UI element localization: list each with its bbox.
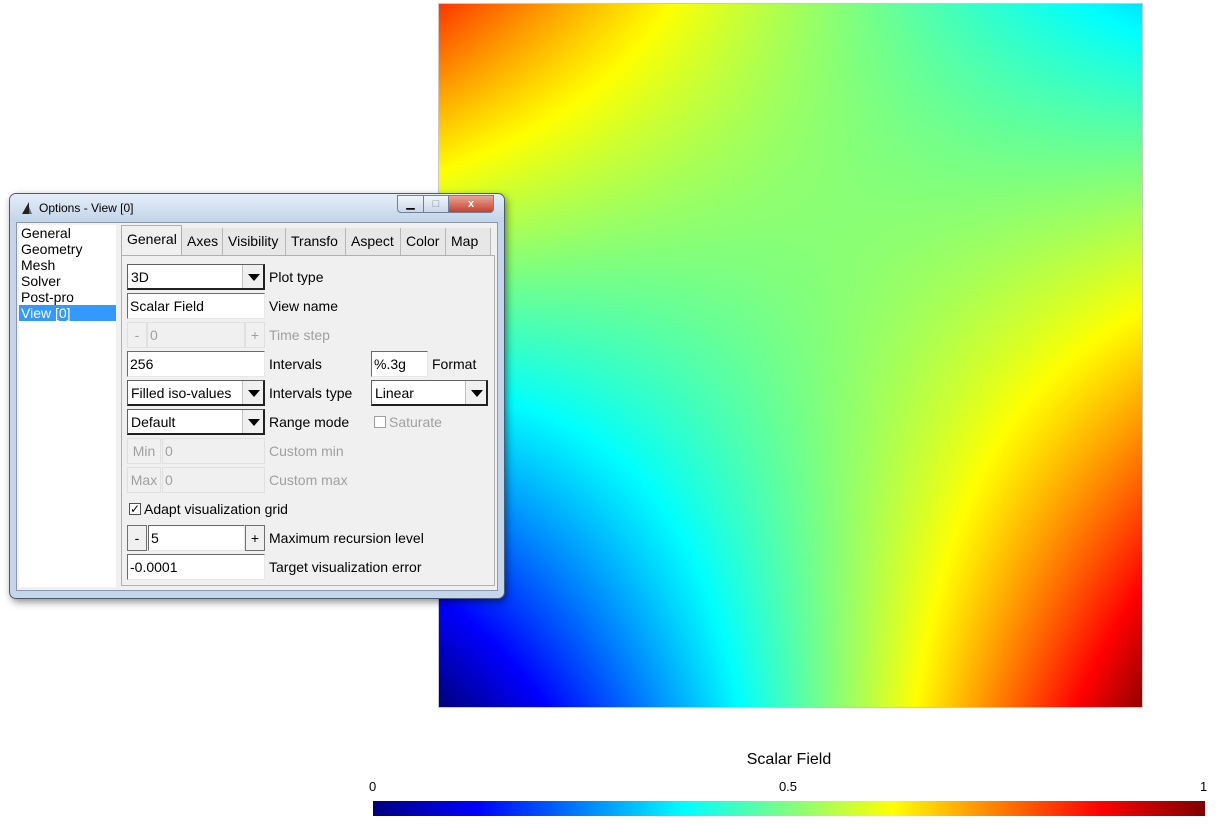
colorbar-tick-max: 1 <box>1200 779 1208 794</box>
category-view-0[interactable]: View [0] <box>19 305 116 321</box>
tab-color[interactable]: Color <box>401 228 446 255</box>
intervals-value: 256 <box>130 356 154 372</box>
chevron-down-icon <box>242 381 263 404</box>
saturate-label: Saturate <box>389 414 442 430</box>
saturate-checkbox[interactable] <box>374 416 386 428</box>
custom-max-input[interactable]: 0 <box>162 467 265 493</box>
intervals-type-mode-value: Filled iso-values <box>131 385 232 401</box>
custom-min-value: 0 <box>165 443 173 459</box>
intervals-type-value: Linear <box>375 385 414 401</box>
custom-min-label: Custom min <box>269 443 344 459</box>
format-value: %.3g <box>374 356 406 372</box>
range-mode-value: Default <box>131 414 176 430</box>
time-step-increment-button[interactable]: + <box>245 322 265 348</box>
time-step-input[interactable]: 0 <box>147 322 245 348</box>
options-window: Options - View [0] ▁ □ x General Geometr… <box>9 193 505 599</box>
colorbar-tick-mid: 0.5 <box>778 779 798 794</box>
tab-map[interactable]: Map <box>446 228 491 255</box>
custom-max-value: 0 <box>165 472 173 488</box>
maximize-button[interactable]: □ <box>423 195 449 213</box>
range-mode-select[interactable]: Default <box>127 409 265 435</box>
window-title: Options - View [0] <box>39 201 134 215</box>
recursion-increment-button[interactable]: + <box>245 525 265 551</box>
colorbar-tick-min: 0 <box>369 779 377 794</box>
format-label: Format <box>432 356 477 372</box>
intervals-type-mode-select[interactable]: Filled iso-values <box>127 380 265 406</box>
chevron-down-icon <box>242 410 263 433</box>
category-geometry[interactable]: Geometry <box>19 241 116 257</box>
scalar-field-canvas[interactable] <box>439 4 1142 707</box>
tab-axes[interactable]: Axes <box>182 228 223 255</box>
options-category-list[interactable]: General Geometry Mesh Solver Post-pro Vi… <box>19 225 116 587</box>
time-step-value: 0 <box>150 327 158 343</box>
tab-general[interactable]: General <box>121 225 182 256</box>
gmsh-main-area: Scalar Field 0 0.5 1 Options - View [0] … <box>0 0 1222 824</box>
target-error-input[interactable]: -0.0001 <box>127 554 265 580</box>
tab-transfo[interactable]: Transfo <box>286 228 346 255</box>
time-step-label: Time step <box>269 327 330 343</box>
plot-type-value: 3D <box>131 269 149 285</box>
custom-min-button[interactable]: Min <box>127 438 161 464</box>
custom-max-button[interactable]: Max <box>127 467 161 493</box>
range-mode-label: Range mode <box>269 414 350 430</box>
category-post-pro[interactable]: Post-pro <box>19 289 116 305</box>
view-name-label: View name <box>269 298 339 314</box>
view-name-input[interactable]: Scalar Field <box>127 293 265 319</box>
recursion-level-input[interactable]: 5 <box>148 525 245 551</box>
intervals-type-select[interactable]: Linear <box>371 380 488 406</box>
minimize-button[interactable]: ▁ <box>397 195 424 213</box>
category-mesh[interactable]: Mesh <box>19 257 116 273</box>
plot-type-label: Plot type <box>269 269 324 285</box>
colorbar-title: Scalar Field <box>746 751 832 768</box>
tab-aspect[interactable]: Aspect <box>346 228 401 255</box>
plot-type-select[interactable]: 3D <box>127 264 265 290</box>
target-error-value: -0.0001 <box>130 559 178 575</box>
intervals-type-label: Intervals type <box>269 385 353 401</box>
intervals-label: Intervals <box>269 356 322 372</box>
adapt-grid-label: Adapt visualization grid <box>144 501 288 517</box>
recursion-decrement-button[interactable]: - <box>127 525 147 551</box>
custom-max-label: Custom max <box>269 472 348 488</box>
colorbar-gradient <box>373 801 1205 816</box>
custom-min-input[interactable]: 0 <box>162 438 265 464</box>
checkmark-icon: ✓ <box>130 502 141 516</box>
close-button[interactable]: x <box>448 195 494 213</box>
recursion-level-value: 5 <box>151 530 159 546</box>
chevron-down-icon <box>242 265 263 288</box>
chevron-down-icon <box>465 381 486 404</box>
window-client-area: General Geometry Mesh Solver Post-pro Vi… <box>16 222 498 591</box>
gmsh-app-icon <box>22 202 32 214</box>
view-name-value: Scalar Field <box>130 298 204 314</box>
recursion-level-label: Maximum recursion level <box>269 530 424 546</box>
adapt-grid-checkbox[interactable]: ✓ <box>129 503 141 515</box>
time-step-decrement-button[interactable]: - <box>127 322 147 348</box>
scalar-field-plot[interactable] <box>438 3 1143 708</box>
format-input[interactable]: %.3g <box>371 351 428 377</box>
target-error-label: Target visualization error <box>269 559 422 575</box>
category-solver[interactable]: Solver <box>19 273 116 289</box>
intervals-input[interactable]: 256 <box>127 351 265 377</box>
tab-visibility[interactable]: Visibility <box>223 228 286 255</box>
category-general[interactable]: General <box>19 225 116 241</box>
window-titlebar[interactable]: Options - View [0] ▁ □ x <box>10 194 504 222</box>
